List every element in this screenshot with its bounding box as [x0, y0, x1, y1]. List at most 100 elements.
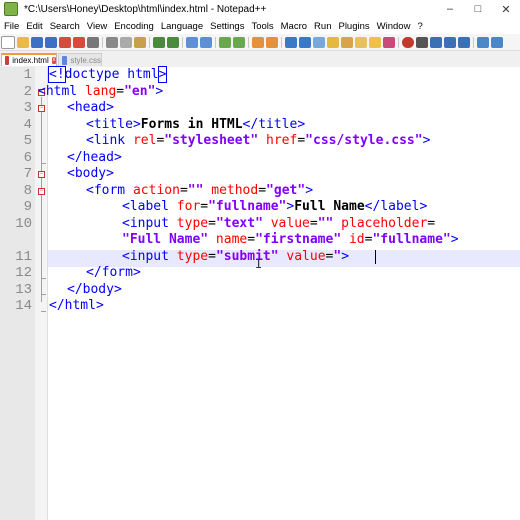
udl-icon[interactable] — [327, 36, 339, 48]
menu-macro[interactable]: Macro — [281, 21, 307, 32]
token-eq: = — [179, 182, 188, 198]
file-saved-icon — [62, 55, 68, 65]
token-attr: rel — [125, 133, 157, 148]
new-file-icon[interactable] — [1, 35, 15, 49]
line-code: </form> — [86, 265, 141, 282]
token-tag: <form — [86, 182, 126, 198]
sync-v-icon[interactable] — [252, 36, 264, 48]
token-tag: <head> — [67, 100, 114, 115]
open-file-icon[interactable] — [17, 36, 29, 48]
redo-icon[interactable] — [167, 36, 179, 48]
code-line: 7 <body> — [0, 166, 520, 183]
token-tag: </title> — [242, 116, 306, 132]
menu-window[interactable]: Window — [377, 21, 411, 32]
line-code: <title>Forms in HTML</title> — [86, 117, 305, 134]
token-value: "text" — [215, 215, 263, 231]
abc-icon[interactable] — [491, 36, 503, 48]
menu-language[interactable]: Language — [161, 21, 203, 32]
token-tag: </label> — [364, 199, 428, 214]
sync-h-icon[interactable] — [266, 36, 278, 48]
token-value: "fullname" — [372, 232, 451, 247]
token-eq: = — [200, 199, 209, 214]
close-tab-icon[interactable]: x — [51, 57, 56, 64]
menu-tools[interactable]: Tools — [251, 21, 273, 32]
token-attr: value — [262, 215, 310, 231]
replace-icon[interactable] — [200, 36, 212, 48]
token-attr: id — [341, 232, 365, 247]
cut-icon[interactable] — [106, 36, 118, 48]
save-macro-icon[interactable] — [458, 36, 470, 48]
token-text: Forms in HTML — [140, 116, 243, 132]
doc-map-icon[interactable] — [341, 36, 353, 48]
token-tag: </body> — [67, 281, 122, 297]
record-macro-icon[interactable] — [402, 36, 414, 48]
close-icon[interactable] — [59, 36, 71, 48]
token-eq: = — [116, 83, 125, 99]
spell-check-icon[interactable] — [477, 36, 489, 48]
menu-run[interactable]: Run — [314, 21, 331, 32]
token-tag: <input — [122, 248, 169, 264]
tab-style-css[interactable]: style.css — [58, 53, 102, 66]
code-line: 2 <html lang="en"> — [0, 84, 520, 101]
toolbar — [0, 34, 520, 51]
line-number: 9 — [23, 199, 32, 215]
editor-area[interactable]: − − − − 1 <!doctype html> 2 <html lang="… — [0, 66, 520, 520]
play-macro-icon[interactable] — [430, 36, 442, 48]
menu-file[interactable]: File — [4, 21, 19, 32]
line-code: <input type="submit" value="> — [122, 249, 349, 266]
zoom-in-icon[interactable] — [219, 36, 231, 48]
zoom-out-icon[interactable] — [233, 36, 245, 48]
line-number: 1 — [23, 67, 32, 83]
menu-view[interactable]: View — [87, 21, 107, 32]
code-line: 3 <head> — [0, 100, 520, 117]
indent-guide-icon[interactable] — [313, 36, 325, 48]
function-list-icon[interactable] — [355, 36, 367, 48]
show-all-chars-icon[interactable] — [299, 36, 311, 48]
toolbar-separator — [182, 36, 183, 48]
copy-icon[interactable] — [120, 36, 132, 48]
token-tag: > — [422, 133, 431, 148]
tab-bar: index.html x style.css — [0, 51, 520, 68]
line-number: 11 — [15, 248, 32, 265]
token-tag: > — [450, 232, 459, 247]
tab-index-html[interactable]: index.html x — [1, 53, 57, 66]
word-wrap-icon[interactable] — [285, 36, 297, 48]
monitoring-icon[interactable] — [383, 36, 395, 48]
print-icon[interactable] — [87, 36, 99, 48]
tab-label: style.css — [70, 55, 101, 65]
menu-help[interactable]: ? — [417, 21, 422, 32]
token-tag: <! — [48, 66, 66, 83]
folder-workspace-icon[interactable] — [369, 36, 381, 48]
menu-edit[interactable]: Edit — [26, 21, 42, 32]
line-number: 14 — [15, 298, 32, 314]
line-number: 12 — [15, 265, 32, 281]
find-icon[interactable] — [186, 36, 198, 48]
token-attr: for — [168, 199, 201, 214]
token-tag: <body> — [67, 166, 114, 181]
save-all-icon[interactable] — [45, 36, 57, 48]
run-macro-icon[interactable] — [444, 36, 456, 48]
stop-record-icon[interactable] — [416, 36, 428, 48]
close-window-button[interactable]: ✕ — [492, 0, 520, 18]
minimize-button[interactable]: – — [436, 0, 464, 18]
code-line: 8 <form action="" method="get"> — [0, 183, 520, 200]
menu-settings[interactable]: Settings — [210, 21, 244, 32]
token-value: "Full Name" — [122, 232, 209, 247]
token-value: "css/style.css" — [305, 133, 423, 148]
line-code: <label for="fullname">Full Name</label> — [122, 199, 427, 216]
token-value: "submit" — [215, 248, 279, 264]
token-value: "en" — [124, 83, 156, 99]
toolbar-separator — [248, 36, 249, 48]
close-all-icon[interactable] — [73, 36, 85, 48]
maximize-button[interactable]: □ — [464, 0, 492, 18]
token-tag: > — [157, 66, 168, 83]
line-code: </html> — [49, 298, 104, 315]
line-code: </body> — [67, 282, 122, 299]
menu-search[interactable]: Search — [50, 21, 80, 32]
undo-icon[interactable] — [153, 36, 165, 48]
menu-encoding[interactable]: Encoding — [114, 21, 154, 32]
line-code: <link rel="stylesheet" href="css/style.c… — [86, 133, 430, 150]
menu-plugins[interactable]: Plugins — [338, 21, 369, 32]
paste-icon[interactable] — [134, 36, 146, 48]
save-icon[interactable] — [31, 36, 43, 48]
